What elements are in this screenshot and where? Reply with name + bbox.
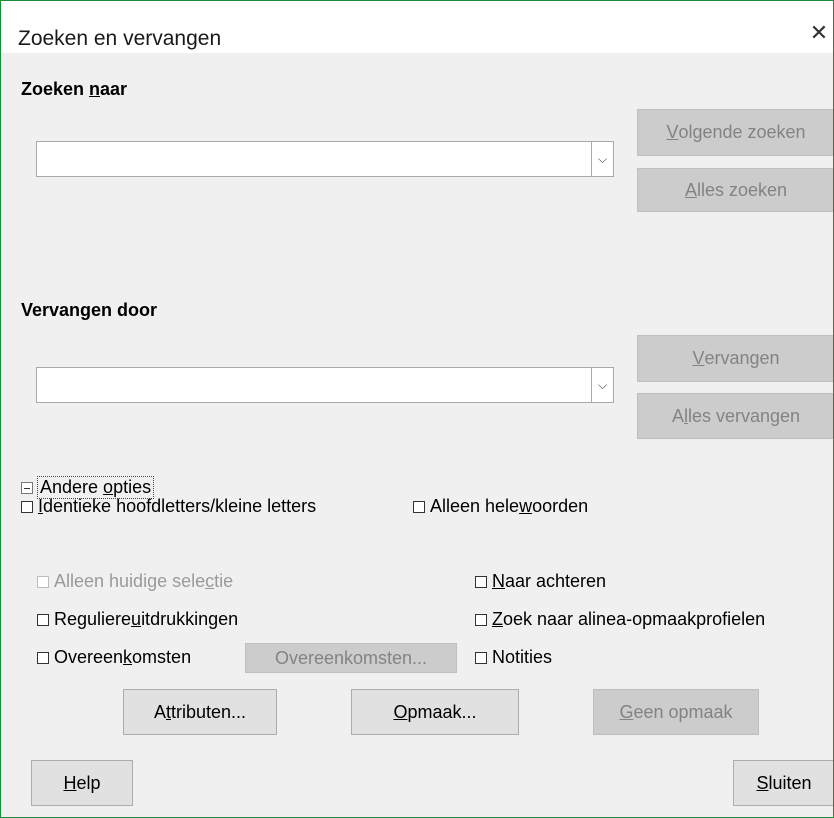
- paragraph-styles-checkbox[interactable]: Zoek naar alinea-opmaakprofielen: [475, 609, 765, 630]
- checkbox-box[interactable]: [475, 575, 487, 588]
- match-case-checkbox[interactable]: Identieke hoofdletters/kleine letters: [21, 496, 316, 517]
- title-bar: Zoeken en vervangen ✕: [1, 1, 833, 53]
- chevron-down-icon[interactable]: ⌵: [591, 142, 613, 176]
- whole-words-checkbox[interactable]: Alleen hele w oorden: [413, 496, 588, 517]
- search-label: Zoeken naar: [21, 79, 128, 99]
- checkbox-box[interactable]: [475, 613, 487, 626]
- find-next-button[interactable]: Volgende zoeken: [637, 109, 833, 156]
- dialog-content: Zoeken naar ⌵ Volgende zoeken Alles zoek…: [1, 53, 833, 817]
- no-format-button[interactable]: Geen opmaak: [593, 689, 759, 735]
- find-all-button[interactable]: Alles zoeken: [637, 168, 833, 212]
- other-options-expander[interactable]: Andere opties: [21, 476, 155, 499]
- regex-checkbox[interactable]: Reguliere u itdrukkingen: [37, 609, 238, 630]
- backwards-checkbox[interactable]: Naar achteren: [475, 571, 606, 592]
- checkbox-box[interactable]: [37, 651, 49, 664]
- close-icon[interactable]: ✕: [805, 19, 833, 47]
- replace-all-button[interactable]: Al les vervangen: [637, 393, 833, 439]
- replace-label: Vervangen door: [21, 300, 158, 320]
- similarities-button[interactable]: Overeenkomsten...: [245, 643, 457, 673]
- chevron-down-icon[interactable]: ⌵: [591, 368, 613, 402]
- similarity-checkbox[interactable]: Overeen k omsten: [37, 647, 191, 668]
- window-title: Zoeken en vervangen: [18, 27, 222, 50]
- checkbox-box[interactable]: [413, 500, 425, 513]
- replace-input[interactable]: [41, 371, 585, 399]
- current-selection-checkbox[interactable]: Alleen huidige sele c tie: [37, 571, 233, 592]
- replace-button[interactable]: Vervangen: [637, 335, 833, 382]
- search-input[interactable]: [41, 145, 585, 173]
- checkbox-box[interactable]: [475, 651, 487, 664]
- checkbox-box[interactable]: [37, 575, 49, 588]
- comments-checkbox[interactable]: Notities: [475, 647, 552, 668]
- close-button[interactable]: Sluiten: [733, 760, 833, 806]
- other-options-label[interactable]: Andere opties: [37, 476, 155, 499]
- attributes-button[interactable]: At tributen...: [123, 689, 277, 735]
- checkbox-box[interactable]: [21, 500, 33, 513]
- find-replace-dialog: Zoeken en vervangen ✕ Zoeken naar ⌵ Volg…: [0, 0, 834, 818]
- search-combobox[interactable]: ⌵: [36, 141, 614, 177]
- replace-combobox[interactable]: ⌵: [36, 367, 614, 403]
- format-button[interactable]: Opmaak...: [351, 689, 519, 735]
- checkbox-box[interactable]: [37, 613, 49, 626]
- help-button[interactable]: Help: [31, 760, 133, 806]
- collapse-icon[interactable]: [21, 481, 33, 494]
